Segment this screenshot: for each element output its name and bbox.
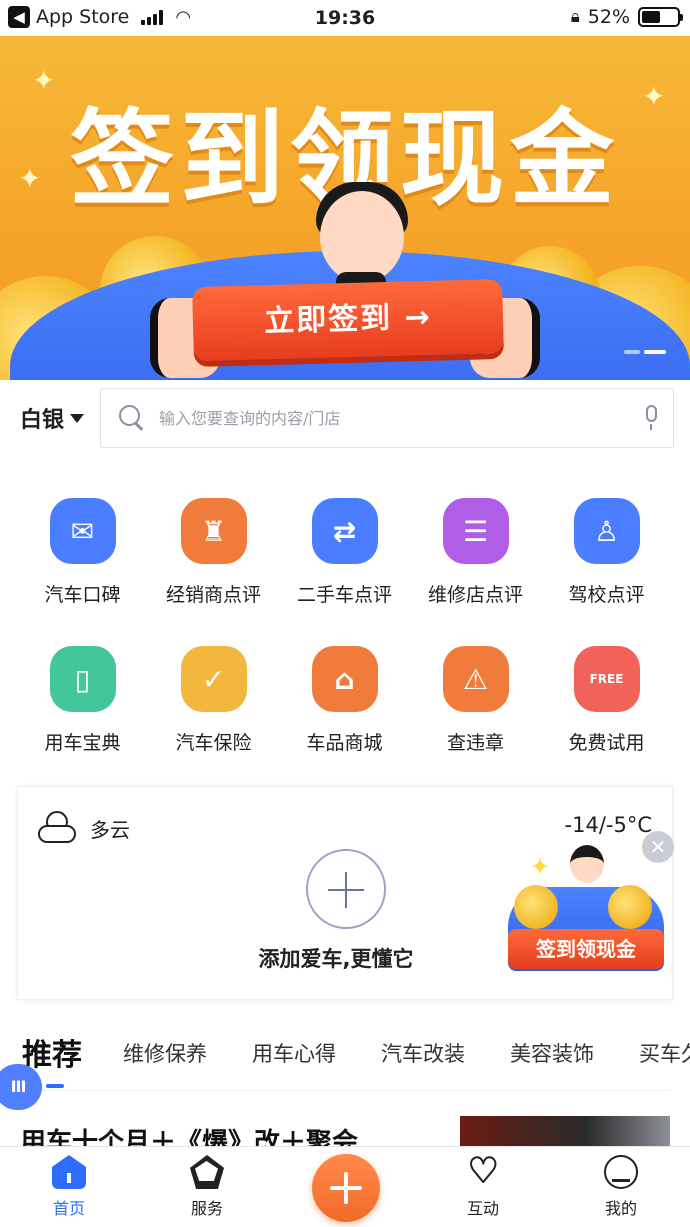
caret-down-icon <box>70 413 85 423</box>
mascot-face <box>320 191 404 283</box>
nav-service[interactable]: 服务 <box>162 1155 252 1219</box>
shortcut-label: 汽车口碑 <box>44 584 121 606</box>
nav-interact[interactable]: 互动 <box>438 1151 528 1219</box>
store-icon: ⌂ <box>311 646 378 712</box>
active-tab-indicator <box>46 1084 64 1088</box>
add-car-text: 添加爱车,更懂它 <box>258 947 414 971</box>
mail-icon: ✉ <box>49 498 116 564</box>
pentagon-icon <box>190 1155 224 1189</box>
search-box[interactable] <box>100 388 674 448</box>
shortcut-car-insurance[interactable]: ✓ 汽车保险 <box>148 646 279 794</box>
shortcut-label: 免费试用 <box>568 732 645 754</box>
my-car-card: 多云 -14/-5°C 添加爱车,更懂它 ✦ 签到领现金 ✕ <box>17 786 674 1000</box>
shortcut-car-guide[interactable]: ▯ 用车宝典 <box>17 646 148 794</box>
checkin-button[interactable]: 立即签到 → <box>192 278 504 362</box>
shortcut-used-car-reviews[interactable]: ⇄ 二手车点评 <box>279 498 410 646</box>
warning-icon: ⚠ <box>442 646 509 712</box>
nav-service-label: 服务 <box>190 1199 223 1218</box>
floating-menu-handle[interactable]: III <box>0 1064 42 1110</box>
cloudy-night-icon <box>38 811 78 845</box>
weather-label: 多云 <box>90 817 130 842</box>
nav-home[interactable]: 首页 <box>24 1155 114 1219</box>
nav-me[interactable]: 我的 <box>576 1155 666 1219</box>
battery-percent: 52% <box>587 6 630 28</box>
promo-banner[interactable]: ✦ ✦ ✦ 签到领现金 立即签到 → <box>0 36 690 380</box>
coin-decoration <box>514 885 558 929</box>
book-icon: ▯ <box>49 646 116 712</box>
tab-maintenance[interactable]: 维修保养 <box>123 1038 207 1068</box>
temperature-range: -14/-5°C <box>564 813 652 837</box>
shortcut-label: 二手车点评 <box>296 584 392 606</box>
publish-plus-button[interactable] <box>312 1154 380 1222</box>
comment-icon: ☰ <box>442 498 509 564</box>
search-input[interactable] <box>159 408 643 428</box>
home-icon <box>52 1155 86 1189</box>
tab-detailing[interactable]: 美容装饰 <box>510 1038 594 1068</box>
microphone-icon[interactable] <box>643 405 659 431</box>
shortcut-repair-shop-reviews[interactable]: ☰ 维修店点评 <box>410 498 541 646</box>
search-row: 白银 <box>0 388 690 448</box>
driver-icon: ♙ <box>573 498 640 564</box>
shortcut-label: 维修店点评 <box>427 584 523 606</box>
shortcut-car-mall[interactable]: ⌂ 车品商城 <box>279 646 410 794</box>
nav-me-label: 我的 <box>604 1199 637 1218</box>
shortcut-traffic-violations[interactable]: ⚠ 查违章 <box>410 646 541 794</box>
divider <box>20 1090 670 1091</box>
mascot-face <box>570 845 604 883</box>
member-tier-dropdown[interactable]: 白银 <box>20 402 85 434</box>
shortcut-driving-school-reviews[interactable]: ♙ 驾校点评 <box>541 498 672 646</box>
shortcut-label: 汽车保险 <box>175 732 252 754</box>
shortcut-label: 经销商点评 <box>165 584 261 606</box>
coin-decoration <box>608 885 652 929</box>
shortcut-label: 用车宝典 <box>44 732 121 754</box>
heart-icon <box>466 1151 500 1191</box>
battery-icon <box>638 7 683 27</box>
rotation-lock-icon: 🔒︎ <box>570 7 580 27</box>
promo-label: 签到领现金 <box>508 929 664 969</box>
free-ticket-icon: FREE <box>573 646 640 712</box>
profile-icon <box>604 1155 638 1189</box>
status-bar: ◀ App Store ◠ 19:36 🔒︎ 52% <box>0 0 690 36</box>
shortcut-label: 查违章 <box>446 732 504 754</box>
nav-home-label: 首页 <box>52 1199 85 1218</box>
tab-buy-car[interactable]: 买车久 <box>639 1038 690 1068</box>
add-car-button[interactable] <box>306 849 386 929</box>
shortcut-label: 驾校点评 <box>568 584 645 606</box>
shortcut-grid: ✉ 汽车口碑 ♜ 经销商点评 ⇄ 二手车点评 ☰ 维修店点评 ♙ 驾校点评 ▯ … <box>0 498 690 794</box>
shortcut-free-trial[interactable]: FREE 免费试用 <box>541 646 672 794</box>
tie-icon: ♜ <box>180 498 247 564</box>
tab-modification[interactable]: 汽车改装 <box>381 1038 465 1068</box>
shortcut-car-reviews[interactable]: ✉ 汽车口碑 <box>17 498 148 646</box>
weather-info: 多云 <box>38 811 130 845</box>
tier-label: 白银 <box>20 408 65 433</box>
sparkle-icon: ✦ <box>530 853 551 881</box>
shortcut-dealer-reviews[interactable]: ♜ 经销商点评 <box>148 498 279 646</box>
checkin-promo-widget[interactable]: ✦ 签到领现金 ✕ <box>508 831 674 971</box>
feed-tabs: 推荐 维修保养 用车心得 汽车改装 美容装饰 买车久 <box>0 1030 690 1090</box>
search-icon <box>119 405 145 431</box>
shortcut-label: 车品商城 <box>306 732 383 754</box>
close-icon[interactable]: ✕ <box>642 831 674 863</box>
tab-car-experience[interactable]: 用车心得 <box>252 1038 336 1068</box>
car-shield-icon: ✓ <box>180 646 247 712</box>
carousel-indicator <box>624 350 666 354</box>
nav-interact-label: 互动 <box>466 1199 499 1218</box>
car-swap-icon: ⇄ <box>311 498 378 564</box>
